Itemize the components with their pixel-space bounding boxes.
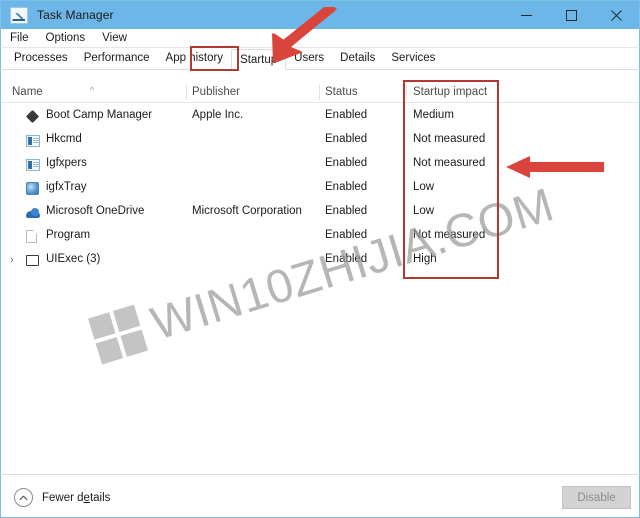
row-name: Program xyxy=(46,229,91,241)
row-name: Microsoft OneDrive xyxy=(46,205,145,217)
table-row[interactable]: Igfxpers Enabled Not measured xyxy=(2,153,638,177)
fewer-details-button[interactable]: Fewer details xyxy=(14,488,110,507)
menu-item-options[interactable]: Options xyxy=(46,29,86,48)
chevron-right-icon[interactable]: › xyxy=(10,254,20,266)
row-status: Enabled xyxy=(325,181,368,193)
task-manager-icon xyxy=(10,6,28,24)
row-status: Enabled xyxy=(325,229,368,241)
row-name: Hkcmd xyxy=(46,133,82,145)
column-divider[interactable] xyxy=(319,85,320,100)
row-startup-impact: Low xyxy=(413,181,435,193)
row-publisher: Apple Inc. xyxy=(192,109,244,121)
row-status: Enabled xyxy=(325,109,368,121)
row-startup-impact: Not measured xyxy=(413,133,486,145)
window-icon xyxy=(26,254,40,268)
chevron-up-circle-icon xyxy=(14,488,33,507)
app-window-icon xyxy=(26,134,40,148)
minimize-icon[interactable] xyxy=(504,1,549,29)
row-status: Enabled xyxy=(325,205,368,217)
column-divider[interactable] xyxy=(406,85,407,100)
maximize-icon[interactable] xyxy=(549,1,594,29)
window-controls xyxy=(504,1,639,29)
task-manager-window: Task Manager File Options View Processes… xyxy=(0,0,640,518)
tab-performance[interactable]: Performance xyxy=(76,48,158,69)
tab-startup[interactable]: Startup xyxy=(231,49,287,70)
row-publisher: Microsoft Corporation xyxy=(192,205,302,217)
row-startup-impact: Not measured xyxy=(413,229,486,241)
row-startup-impact: Not measured xyxy=(413,157,486,169)
fewer-details-text-pre: Fewer d xyxy=(42,491,84,504)
fewer-details-label: Fewer details xyxy=(42,492,110,504)
menu-bar: File Options View xyxy=(2,29,638,48)
column-header-row: Name ^ Publisher Status Startup impact xyxy=(2,83,638,103)
cloud-icon xyxy=(26,206,40,220)
page-icon xyxy=(26,230,40,244)
column-header-status[interactable]: Status xyxy=(325,86,358,98)
row-startup-impact: Medium xyxy=(413,109,454,121)
column-header-name[interactable]: Name xyxy=(12,86,43,98)
tab-services[interactable]: Services xyxy=(383,48,443,69)
column-divider[interactable] xyxy=(186,85,187,100)
table-row[interactable]: Program Enabled Not measured xyxy=(2,225,638,249)
column-header-startup-impact[interactable]: Startup impact xyxy=(413,86,487,98)
table-row[interactable]: igfxTray Enabled Low xyxy=(2,177,638,201)
menu-item-file[interactable]: File xyxy=(10,29,29,48)
row-name: igfxTray xyxy=(46,181,87,193)
tray-icon xyxy=(26,182,40,196)
table-row[interactable]: Microsoft OneDrive Microsoft Corporation… xyxy=(2,201,638,225)
table-row[interactable]: › UIExec (3) Enabled High xyxy=(2,249,638,273)
close-icon[interactable] xyxy=(594,1,639,29)
row-name: Boot Camp Manager xyxy=(46,109,153,121)
tab-processes[interactable]: Processes xyxy=(6,48,76,69)
menu-item-view[interactable]: View xyxy=(102,29,127,48)
disable-button[interactable]: Disable xyxy=(562,486,631,509)
row-status: Enabled xyxy=(325,133,368,145)
title-bar: Task Manager xyxy=(1,1,639,29)
tab-users[interactable]: Users xyxy=(286,48,332,69)
app-window-icon xyxy=(26,158,40,172)
diamond-icon xyxy=(25,109,40,124)
column-header-publisher[interactable]: Publisher xyxy=(192,86,240,98)
table-row[interactable]: Hkcmd Enabled Not measured xyxy=(2,129,638,153)
row-name: Igfxpers xyxy=(46,157,87,169)
status-bar: Fewer details Disable xyxy=(2,474,638,517)
startup-list: Boot Camp Manager Apple Inc. Enabled Med… xyxy=(2,104,638,473)
fewer-details-text-post: tails xyxy=(89,491,111,504)
row-startup-impact: High xyxy=(413,253,437,265)
tab-details[interactable]: Details xyxy=(332,48,383,69)
window-title: Task Manager xyxy=(37,8,114,22)
tab-strip: Processes Performance App history Startu… xyxy=(2,48,638,70)
row-status: Enabled xyxy=(325,157,368,169)
sort-ascending-icon: ^ xyxy=(90,85,95,95)
row-startup-impact: Low xyxy=(413,205,435,217)
tab-app-history[interactable]: App history xyxy=(158,48,232,69)
row-status: Enabled xyxy=(325,253,368,265)
row-name: UIExec (3) xyxy=(46,253,101,265)
table-row[interactable]: Boot Camp Manager Apple Inc. Enabled Med… xyxy=(2,105,638,129)
